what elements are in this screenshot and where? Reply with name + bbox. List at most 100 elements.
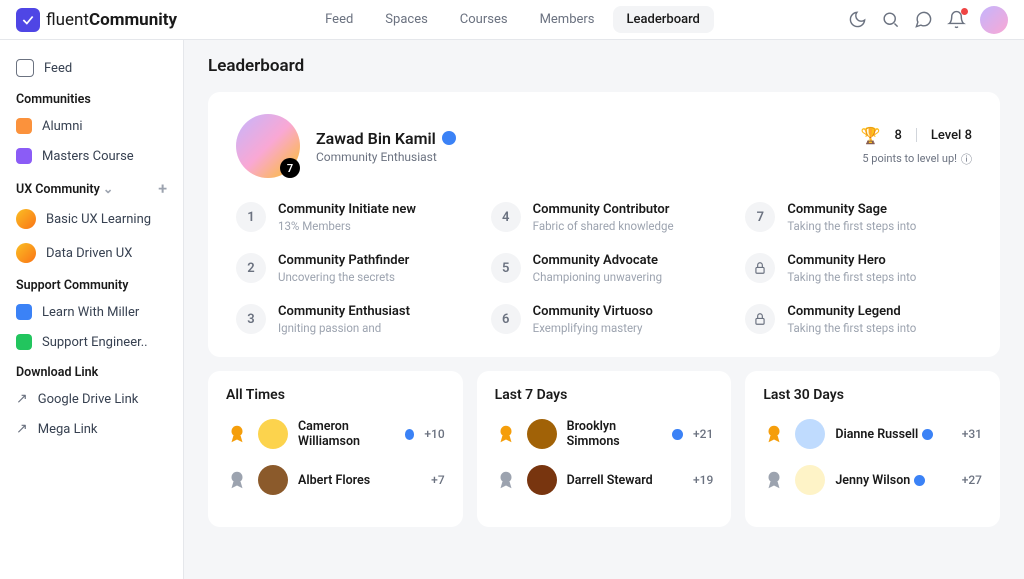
tier-item: 7 Community Sage Taking the first steps in… — [745, 202, 972, 233]
tier-title: Community Initiate new — [278, 202, 416, 217]
medal-icon — [495, 423, 517, 445]
bell-icon[interactable] — [947, 10, 966, 29]
board-row[interactable]: Cameron Williamson+10 — [226, 419, 445, 449]
tier-subtitle: 13% Members — [278, 219, 416, 233]
avatar-badge: 7 — [280, 158, 300, 178]
board: All Times Cameron Williamson+10 Albert Flo… — [208, 371, 463, 527]
topnav-members[interactable]: Members — [526, 6, 609, 33]
trophy-icon: 🏆 — [861, 126, 881, 145]
row-avatar — [795, 465, 825, 495]
sidebar: Feed Communities AlumniMasters Course UX… — [0, 40, 184, 579]
sidebar-item[interactable]: ↗Google Drive Link — [8, 384, 175, 414]
profile-avatar: 7 — [236, 114, 300, 178]
tier-title: Community Contributor — [533, 202, 674, 217]
row-name: Darrell Steward — [567, 473, 683, 488]
profile-name: Zawad Bin Kamil — [316, 129, 456, 148]
sidebar-item[interactable]: Data Driven UX — [8, 236, 175, 270]
board-title: All Times — [226, 387, 445, 403]
tier-subtitle: Championing unwavering — [533, 270, 662, 284]
board-row[interactable]: Dianne Russell +31 — [763, 419, 982, 449]
medal-icon — [226, 423, 248, 445]
tier-title: Community Advocate — [533, 253, 662, 268]
lock-icon — [745, 304, 775, 334]
topnav-feed[interactable]: Feed — [311, 6, 367, 33]
logo-icon — [16, 8, 40, 32]
row-name: Jenny Wilson — [835, 473, 951, 488]
tier-title: Community Sage — [787, 202, 916, 217]
brand-logo[interactable]: fluentCommunity — [16, 8, 177, 32]
row-points: +19 — [693, 473, 713, 487]
profile-subtitle: Community Enthusiast — [316, 150, 456, 164]
sidebar-item[interactable]: Alumni — [8, 111, 175, 141]
tier-number: 7 — [745, 202, 775, 232]
verified-icon — [672, 429, 683, 440]
section-ux[interactable]: UX Community ⌄ + — [8, 171, 175, 202]
topnav-spaces[interactable]: Spaces — [371, 6, 442, 33]
section-communities: Communities — [8, 84, 175, 111]
tier-subtitle: Uncovering the secrets — [278, 270, 409, 284]
tier-item: 1 Community Initiate new 13% Members — [236, 202, 463, 233]
top-actions — [848, 6, 1008, 34]
tier-number: 4 — [491, 202, 521, 232]
board-row[interactable]: Albert Flores+7 — [226, 465, 445, 495]
home-icon — [16, 59, 34, 77]
row-points: +21 — [693, 427, 713, 441]
top-nav: FeedSpacesCoursesMembersLeaderboard — [311, 6, 714, 33]
row-name: Dianne Russell — [835, 427, 951, 442]
board-title: Last 7 Days — [495, 387, 714, 403]
sidebar-item[interactable]: ↗Mega Link — [8, 414, 175, 444]
sidebar-item[interactable]: Masters Course — [8, 141, 175, 171]
medal-icon — [226, 469, 248, 491]
row-points: +31 — [962, 427, 982, 441]
topnav-courses[interactable]: Courses — [446, 6, 522, 33]
medal-icon — [495, 469, 517, 491]
arrow-icon: ↗ — [16, 391, 28, 407]
sidebar-item[interactable]: Learn With Miller — [8, 297, 175, 327]
section-support: Support Community — [8, 270, 175, 297]
points-value: 8 — [894, 128, 901, 143]
verified-icon — [914, 475, 925, 486]
brand-bold: Community — [89, 10, 177, 30]
tier-subtitle: Fabric of shared knowledge — [533, 219, 674, 233]
verified-icon — [405, 429, 415, 440]
tier-subtitle: Taking the first steps into — [787, 219, 916, 233]
tier-title: Community Pathfinder — [278, 253, 409, 268]
tier-title: Community Hero — [787, 253, 916, 268]
tier-item: 5Community AdvocateChampioning unwaverin… — [491, 253, 718, 284]
plus-icon[interactable]: + — [158, 179, 167, 198]
sidebar-feed[interactable]: Feed — [8, 52, 175, 84]
board: Last 7 Days Brooklyn Simmons+21 Darrell St… — [477, 371, 732, 527]
row-points: +10 — [424, 427, 444, 441]
medal-icon — [763, 423, 785, 445]
row-points: +7 — [431, 473, 444, 487]
tier-number: 2 — [236, 253, 266, 283]
info-icon[interactable]: ⓘ — [961, 151, 972, 167]
tier-subtitle: Taking the first steps into — [787, 321, 916, 335]
board-title: Last 30 Days — [763, 387, 982, 403]
levelup-text: 5 points to level up! ⓘ — [861, 151, 972, 167]
tier-subtitle: Igniting passion and — [278, 321, 410, 335]
board-row[interactable]: Jenny Wilson+27 — [763, 465, 982, 495]
sidebar-item[interactable]: Basic UX Learning — [8, 202, 175, 236]
tier-item: 3Community EnthusiastIgniting passion an… — [236, 304, 463, 335]
arrow-icon: ↗ — [16, 421, 28, 437]
chevron-down-icon: ⌄ — [103, 182, 113, 197]
tier-item: 6 Community Virtuoso Exemplifying mastery — [491, 304, 718, 335]
row-avatar — [258, 465, 288, 495]
tier-title: Community Virtuoso — [533, 304, 653, 319]
search-icon[interactable] — [881, 10, 900, 29]
user-avatar[interactable] — [980, 6, 1008, 34]
board-row[interactable]: Darrell Steward +19 — [495, 465, 714, 495]
topnav-leaderboard[interactable]: Leaderboard — [613, 6, 714, 33]
content-area: Leaderboard 7 Zawad Bin Kamil Community … — [184, 40, 1024, 579]
tiers-grid: 1 Community Initiate new 13% Members 4 Commu… — [236, 202, 972, 335]
chat-icon[interactable] — [914, 10, 933, 29]
theme-icon[interactable] — [848, 10, 867, 29]
sidebar-item[interactable]: Support Engineer.. — [8, 327, 175, 357]
tier-subtitle: Exemplifying mastery — [533, 321, 653, 335]
tier-number: 1 — [236, 202, 266, 232]
tier-number: 6 — [491, 304, 521, 334]
tier-title: Community Legend — [787, 304, 916, 319]
tier-title: Community Enthusiast — [278, 304, 410, 319]
board-row[interactable]: Brooklyn Simmons+21 — [495, 419, 714, 449]
